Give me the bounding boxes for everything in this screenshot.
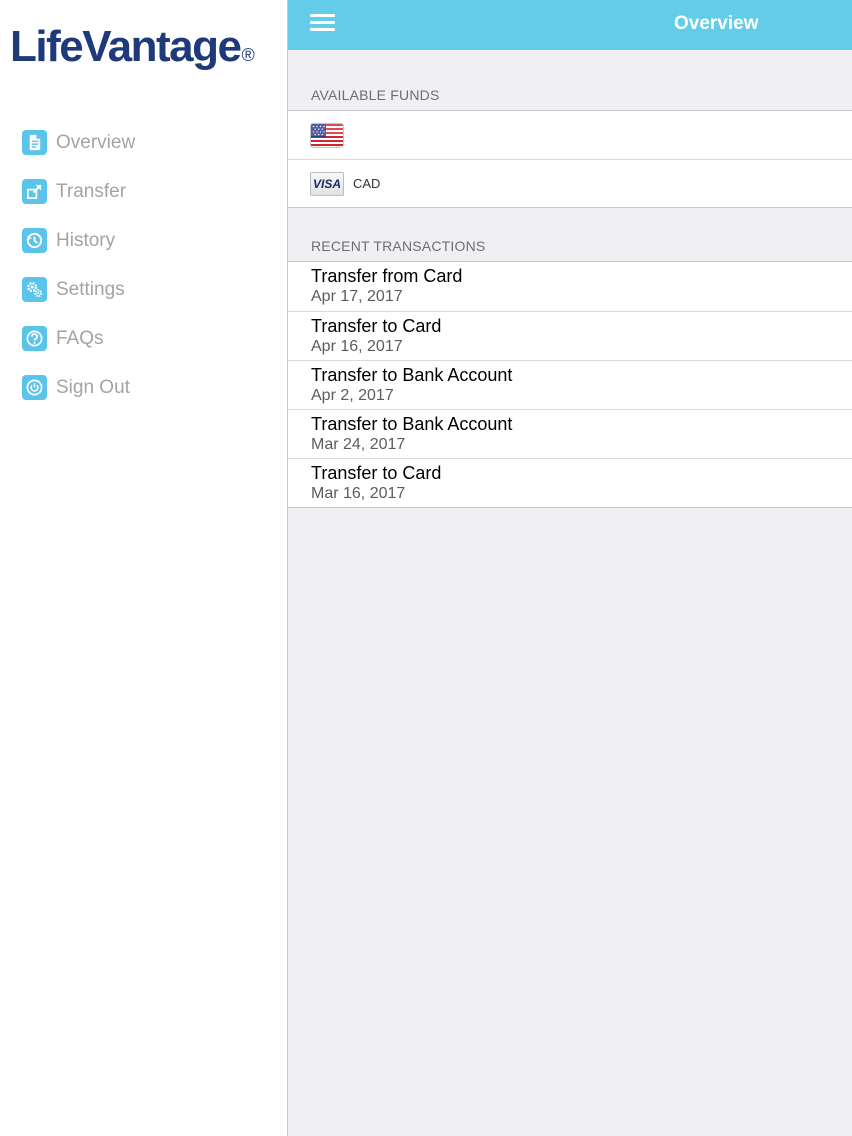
power-icon <box>22 375 47 400</box>
us-flag-icon <box>310 122 344 148</box>
sidebar-item-label: History <box>56 229 116 251</box>
transaction-title: Transfer to Bank Account <box>311 414 513 434</box>
transaction-row[interactable]: Transfer to Bank Account Mar 24, 2017 <box>288 409 852 458</box>
question-icon <box>22 326 47 351</box>
fund-currency: CAD <box>353 176 381 191</box>
transaction-date: Mar 16, 2017 <box>311 485 406 502</box>
transaction-title: Transfer to Bank Account <box>311 365 513 385</box>
history-icon <box>22 228 47 253</box>
sidebar-item-label: Settings <box>56 278 125 300</box>
transaction-row[interactable]: Transfer from Card Apr 17, 2017 <box>288 262 852 311</box>
transaction-row[interactable]: Transfer to Bank Account Apr 2, 2017 <box>288 360 852 409</box>
fund-row-usd[interactable] <box>288 111 852 159</box>
transaction-date: Apr 17, 2017 <box>311 288 403 305</box>
available-funds-list: VISA CAD <box>288 110 852 208</box>
gears-icon <box>22 277 47 302</box>
sidebar-item-sign-out[interactable]: Sign Out <box>22 363 135 412</box>
transaction-date: Apr 16, 2017 <box>311 338 403 355</box>
recent-transactions-heading: RECENT TRANSACTIONS <box>311 238 486 254</box>
navigation-bar: Overview <box>288 0 852 50</box>
app-root: LifeVantage® Overview Transfer History S… <box>0 0 852 1136</box>
recent-transactions-list: Transfer from Card Apr 17, 2017 Transfer… <box>288 261 852 508</box>
sidebar-item-label: Sign Out <box>56 376 130 398</box>
visa-card-icon: VISA <box>310 171 344 196</box>
available-funds-heading: AVAILABLE FUNDS <box>311 87 440 103</box>
sidebar-item-faqs[interactable]: FAQs <box>22 314 135 363</box>
sidebar-item-overview[interactable]: Overview <box>22 118 135 167</box>
transaction-title: Transfer to Card <box>311 463 442 483</box>
transaction-title: Transfer from Card <box>311 266 463 286</box>
sidebar-item-label: Overview <box>56 131 136 153</box>
sidebar-item-label: FAQs <box>56 327 104 349</box>
transaction-date: Apr 2, 2017 <box>311 387 394 404</box>
sidebar-item-transfer[interactable]: Transfer <box>22 167 135 216</box>
sidebar-item-label: Transfer <box>56 180 127 202</box>
side-menu-list: Overview Transfer History Settings FAQs … <box>22 118 135 412</box>
page-title: Overview <box>674 13 759 34</box>
side-menu: LifeVantage® Overview Transfer History S… <box>0 0 288 1136</box>
sidebar-item-history[interactable]: History <box>22 216 135 265</box>
transaction-row[interactable]: Transfer to Card Apr 16, 2017 <box>288 311 852 360</box>
sidebar-item-settings[interactable]: Settings <box>22 265 135 314</box>
transaction-date: Mar 24, 2017 <box>311 436 406 453</box>
fund-row-cad[interactable]: VISA CAD <box>288 159 852 207</box>
main-panel: Overview AVAILABLE FUNDS VISA CAD RECENT… <box>288 0 852 1136</box>
document-icon <box>22 130 47 155</box>
hamburger-icon[interactable] <box>310 14 335 33</box>
brand-logo: LifeVantage® <box>10 22 255 72</box>
transfer-icon <box>22 179 47 204</box>
transaction-title: Transfer to Card <box>311 316 442 336</box>
registered-mark: ® <box>241 45 255 65</box>
transaction-row[interactable]: Transfer to Card Mar 16, 2017 <box>288 458 852 507</box>
brand-name: LifeVantage <box>10 22 242 71</box>
